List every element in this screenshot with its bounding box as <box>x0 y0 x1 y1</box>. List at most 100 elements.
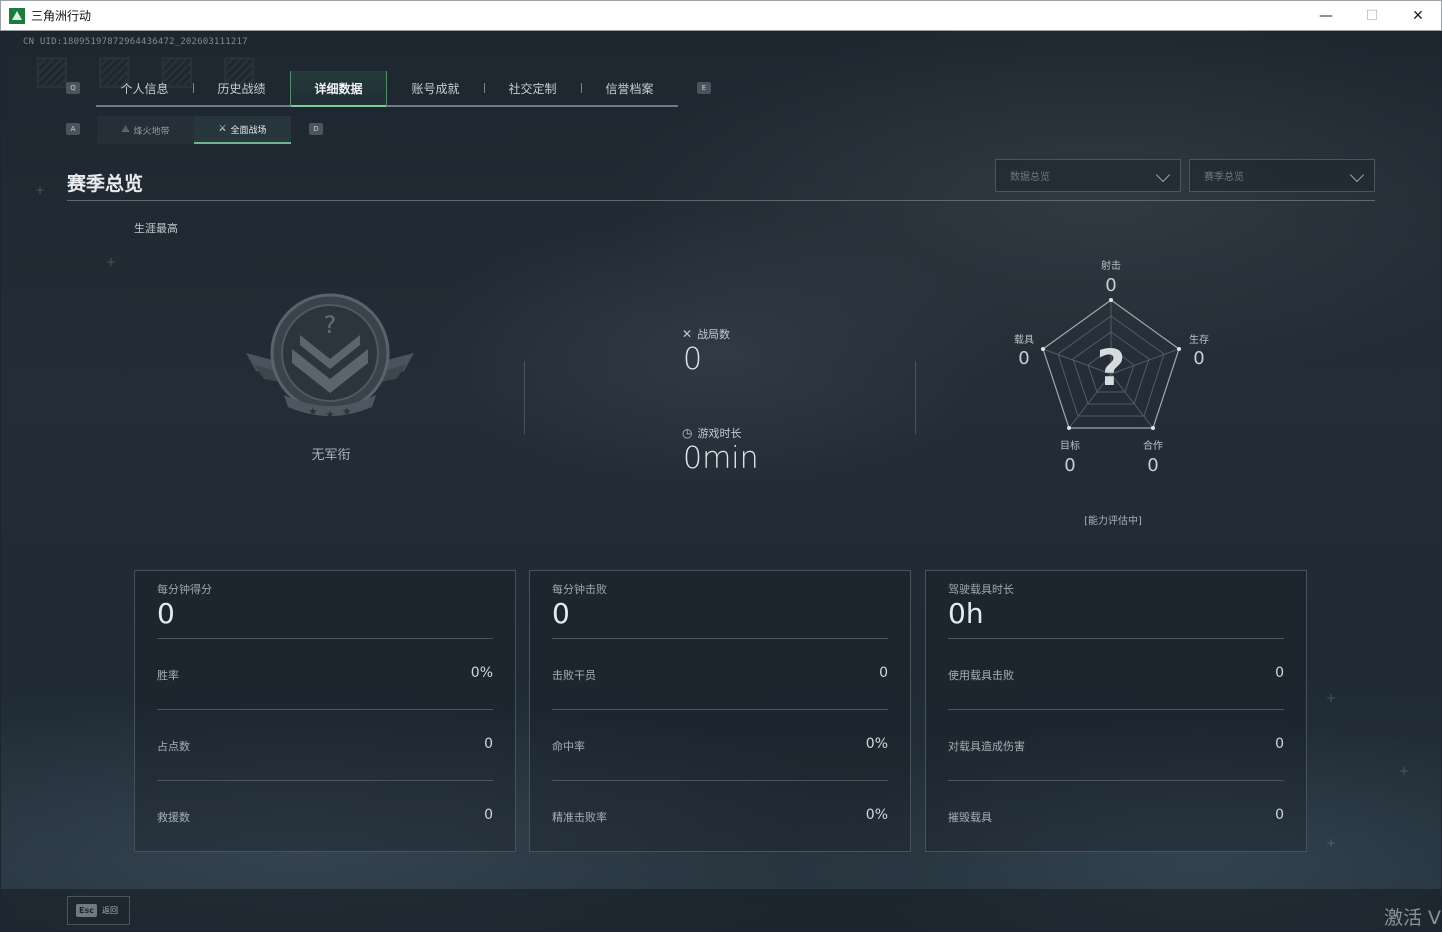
card-row: 精准击败率 0% <box>552 780 888 851</box>
row-value: 0 <box>484 807 493 823</box>
window-title: 三角洲行动 <box>31 9 92 23</box>
card-row: 使用载具击败 0 <box>948 638 1284 709</box>
radar-label-shooting: 射击 <box>1101 261 1121 272</box>
game-viewport: ▨ ▨ ▨ ▨ CN UID:18095197872964436472_2026… <box>1 31 1441 931</box>
radar-label-survival: 生存 <box>1189 335 1209 346</box>
row-label: 使用载具击败 <box>948 669 1014 682</box>
tab-personal-info[interactable]: 个人信息 <box>96 71 193 105</box>
radar-label-teamwork: 合作 <box>1143 441 1163 452</box>
tab-prev-key-hint[interactable]: Q <box>66 82 80 94</box>
svg-text:★: ★ <box>325 408 335 421</box>
hazard-zone-icon: ⟁ <box>121 125 130 135</box>
matches-value: 0 <box>683 342 703 377</box>
row-value: 0 <box>879 665 888 681</box>
radar-value-objective: 0 <box>1064 455 1076 476</box>
row-value: 0 <box>1275 736 1284 752</box>
card-head-label: 驾驶载具时长 <box>948 583 1014 596</box>
kill-stats-card: 每分钟击败 0 击败干员 0 命中率 0% 精准击败率 0% <box>529 570 911 852</box>
row-value: 0% <box>865 736 888 752</box>
radar-center-mark: ? <box>1096 339 1126 397</box>
radar-value-survival: 0 <box>1193 348 1205 369</box>
matches-label-text: 战局数 <box>697 328 731 341</box>
row-value: 0% <box>865 807 888 823</box>
subtab-label: 全面战场 <box>230 125 267 136</box>
subtab-hazard-zone[interactable]: ⟁ 烽火地带 <box>97 116 194 144</box>
radar-label-objective: 目标 <box>1060 441 1080 452</box>
tab-achievements[interactable]: 账号成就 <box>387 71 484 105</box>
tab-label: 社交定制 <box>508 81 557 96</box>
chevron-down-icon <box>1155 167 1171 183</box>
stopwatch-icon: ◷ <box>682 426 693 440</box>
card-row: 对载具造成伤害 0 <box>948 709 1284 780</box>
card-row: 救援数 0 <box>157 780 493 851</box>
decor-cross-icon: + <box>35 183 46 197</box>
row-label: 对载具造成伤害 <box>948 740 1025 753</box>
playtime-label: ◷ 游戏时长 <box>682 425 741 441</box>
row-value: 0 <box>1275 807 1284 823</box>
back-label: 返回 <box>101 906 118 915</box>
window-titlebar: 三角洲行动 — ☐ ✕ <box>0 0 1442 31</box>
subtab-prev-key-hint[interactable]: A <box>66 123 80 135</box>
bottom-bar <box>1 889 1441 931</box>
matches-label: ✕ 战局数 <box>682 326 730 342</box>
playtime-value: 0min <box>683 441 759 476</box>
season-overview-dropdown[interactable]: 赛季总览 <box>1189 159 1375 192</box>
svg-text:★: ★ <box>342 405 352 418</box>
tab-label: 详细数据 <box>314 81 363 96</box>
score-stats-card: 每分钟得分 0 胜率 0% 占点数 0 救援数 0 <box>134 570 516 852</box>
data-overview-dropdown[interactable]: 数据总览 <box>995 159 1181 192</box>
subtab-warfare[interactable]: ⚔ 全面战场 <box>194 116 291 144</box>
minimize-button[interactable]: — <box>1303 1 1349 31</box>
tab-divider <box>484 83 485 93</box>
tab-credit-record[interactable]: 信誉档案 <box>581 71 678 105</box>
tab-label: 信誉档案 <box>605 81 654 96</box>
decor-cross-icon: + <box>1399 764 1410 778</box>
column-divider <box>524 361 525 434</box>
card-row: 占点数 0 <box>157 709 493 780</box>
vehicle-stats-card: 驾驶载具时长 0h 使用载具击败 0 对载具造成伤害 0 摧毁载具 0 <box>925 570 1307 852</box>
dropdown-label: 赛季总览 <box>1204 172 1244 183</box>
rank-emblem-icon: ? ★ ★ ★ <box>244 291 416 423</box>
tab-divider <box>193 83 194 93</box>
esc-key-hint: Esc <box>76 904 97 917</box>
radar-value-teamwork: 0 <box>1147 455 1159 476</box>
row-value: 0% <box>470 665 493 681</box>
row-label: 摧毁载具 <box>948 811 992 824</box>
player-uid: CN UID:18095197872964436472_202603111217 <box>23 37 248 47</box>
subtab-next-key-hint[interactable]: D <box>309 123 323 135</box>
card-head-value: 0h <box>948 597 984 630</box>
dropdown-label: 数据总览 <box>1010 172 1050 183</box>
card-head-label: 每分钟击败 <box>552 583 607 596</box>
decor-cross-icon: + <box>1326 691 1337 705</box>
main-tabs: 个人信息 历史战绩 详细数据 账号成就 社交定制 信誉档案 <box>96 71 678 107</box>
tab-label: 账号成就 <box>411 81 460 96</box>
windows-activation-watermark: 激活 V <box>1383 907 1441 929</box>
section-title: 赛季总览 <box>67 173 144 195</box>
tab-social-custom[interactable]: 社交定制 <box>484 71 581 105</box>
card-head-label: 每分钟得分 <box>157 583 212 596</box>
row-label: 救援数 <box>157 811 190 824</box>
warfare-icon: ⚔ <box>218 124 227 134</box>
tab-next-key-hint[interactable]: E <box>697 82 711 94</box>
maximize-button[interactable]: ☐ <box>1349 1 1395 31</box>
window-controls: — ☐ ✕ <box>1303 1 1441 31</box>
row-value: 0 <box>1275 665 1284 681</box>
tab-history[interactable]: 历史战绩 <box>193 71 290 105</box>
row-label: 命中率 <box>552 740 585 753</box>
back-button[interactable]: Esc 返回 <box>67 896 130 925</box>
row-label: 胜率 <box>157 669 179 682</box>
playtime-label-text: 游戏时长 <box>697 427 742 440</box>
row-value: 0 <box>484 736 493 752</box>
card-row: 命中率 0% <box>552 709 888 780</box>
tab-label: 历史战绩 <box>217 81 266 96</box>
card-row: 击败干员 0 <box>552 638 888 709</box>
subtab-label: 烽火地带 <box>133 126 170 137</box>
career-best-label: 生涯最高 <box>134 222 178 235</box>
tab-detailed-data[interactable]: 详细数据 <box>290 71 387 107</box>
close-button[interactable]: ✕ <box>1395 1 1441 31</box>
card-head-value: 0 <box>157 597 175 630</box>
radar-value-vehicle: 0 <box>1018 348 1030 369</box>
decor-cross-icon: + <box>106 255 117 269</box>
row-label: 击败干员 <box>552 669 596 682</box>
card-row: 摧毁载具 0 <box>948 780 1284 851</box>
